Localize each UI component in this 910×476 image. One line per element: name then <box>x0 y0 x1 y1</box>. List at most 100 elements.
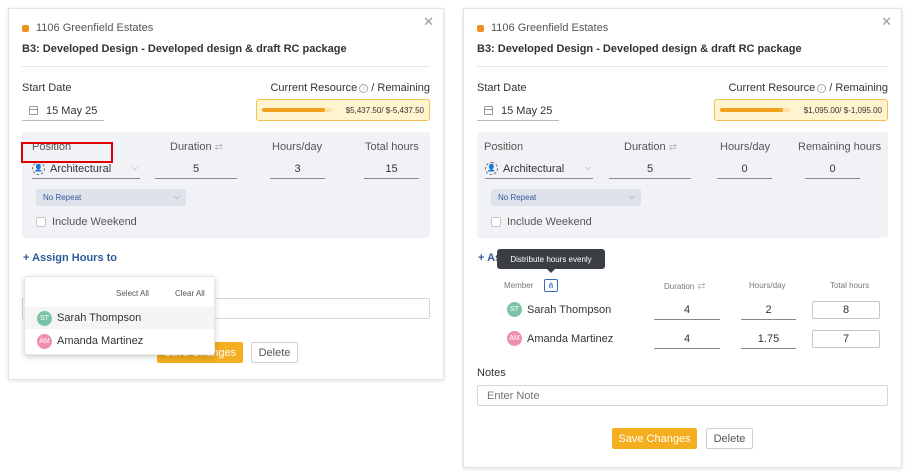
include-weekend[interactable]: Include Weekend <box>491 216 592 228</box>
hours-per-day-input[interactable]: 0 <box>717 159 772 179</box>
include-weekend-checkbox[interactable] <box>36 217 46 227</box>
resource-values: $5,437.50/ $-5,437.50 <box>345 105 424 115</box>
position-label: Position <box>484 141 524 153</box>
project-name: 1106 Greenfield Estates <box>22 22 153 34</box>
select-all-link[interactable]: Select All <box>116 289 149 298</box>
notes-label: Notes <box>477 367 506 379</box>
divider <box>477 66 888 67</box>
repeat-select[interactable]: No Repeat ⌵ <box>36 189 186 206</box>
calendar-icon <box>484 106 493 115</box>
distribute-tooltip: Distribute hours evenly <box>497 249 605 273</box>
member-name: Sarah Thompson <box>57 312 142 324</box>
resource-header: Current Resource i / Remaining <box>728 82 888 94</box>
start-date-field[interactable]: 15 May 25 <box>22 101 104 121</box>
repeat-select[interactable]: No Repeat ⌵ <box>491 189 641 206</box>
assign-hours-link[interactable]: + Assign Hours to <box>23 252 117 264</box>
current-resource-label: Current Resource <box>270 82 358 94</box>
member-total-header: Total hours <box>830 281 870 290</box>
swap-icon[interactable]: ⇄ <box>669 142 677 153</box>
member-total-input[interactable]: 7 <box>812 330 880 348</box>
info-icon[interactable]: i <box>359 83 369 93</box>
position-select[interactable]: 👤 Architectural ⌵ <box>485 159 593 179</box>
position-value: Architectural <box>503 162 565 175</box>
hours-per-day-label: Hours/day <box>272 141 323 153</box>
project-color-dot <box>477 24 484 32</box>
repeat-value: No Repeat <box>498 193 537 202</box>
member-total-input[interactable]: 8 <box>812 301 880 319</box>
member-duration-input[interactable]: 4 <box>654 329 720 349</box>
duration-label: Duration <box>624 141 666 153</box>
include-weekend-label: Include Weekend <box>52 216 137 228</box>
start-date-field[interactable]: 15 May 25 <box>477 101 559 121</box>
include-weekend-label: Include Weekend <box>507 216 592 228</box>
swap-icon[interactable]: ⇄ <box>215 142 223 153</box>
member-hours-header: Hours/day <box>749 281 786 290</box>
member-option[interactable]: AM Amanda Martinez <box>25 330 214 352</box>
member-duration-label: Duration <box>664 282 695 291</box>
position-section: Position Duration ⇄ Hours/day Remaining h… <box>477 132 888 238</box>
duration-input[interactable]: 5 <box>609 159 691 179</box>
member-hours-input[interactable]: 2 <box>741 300 796 320</box>
clear-all-link[interactable]: Clear All <box>175 289 205 298</box>
divider <box>22 66 430 67</box>
hours-per-day-label: Hours/day <box>720 141 771 153</box>
assign-member-dropdown: Select All Clear All ST Sarah Thompson A… <box>24 276 215 355</box>
member-option[interactable]: ST Sarah Thompson <box>25 307 214 329</box>
avatar: AM <box>507 331 522 346</box>
chevron-down-icon: ⌵ <box>628 192 635 201</box>
start-date-label: Start Date <box>477 82 527 94</box>
resource-progress-fill <box>262 108 325 112</box>
resource-bar: $1,095.00/ $-1,095.00 <box>714 99 888 121</box>
hours-per-day-input[interactable]: 3 <box>270 159 325 179</box>
remaining-label: / Remaining <box>371 82 430 94</box>
member-duration-input[interactable]: 4 <box>654 300 720 320</box>
chevron-down-icon: ⌵ <box>584 163 591 172</box>
delete-button[interactable]: Delete <box>251 342 298 363</box>
distribute-evenly-icon[interactable]: ⋔ <box>544 279 558 292</box>
save-changes-button[interactable]: Save Changes <box>612 428 697 449</box>
start-date-value: 15 May 25 <box>46 104 98 117</box>
swap-icon[interactable]: ⇄ <box>697 281 705 292</box>
total-hours-input[interactable]: 15 <box>364 159 419 179</box>
task-title: B3: Developed Design - Developed design … <box>477 43 802 55</box>
avatar: ST <box>507 302 522 317</box>
start-date-value: 15 May 25 <box>501 104 553 117</box>
close-icon[interactable]: ✕ <box>423 15 434 28</box>
duration-header: Duration ⇄ <box>624 141 677 153</box>
task-title: B3: Developed Design - Developed design … <box>22 43 347 55</box>
duration-header: Duration ⇄ <box>170 141 223 153</box>
include-weekend[interactable]: Include Weekend <box>36 216 137 228</box>
resource-bar: $5,437.50/ $-5,437.50 <box>256 99 430 121</box>
resource-header: Current Resource i / Remaining <box>270 82 430 94</box>
avatar: ST <box>37 310 52 326</box>
resource-values: $1,095.00/ $-1,095.00 <box>803 105 882 115</box>
include-weekend-checkbox[interactable] <box>491 217 501 227</box>
notes-input[interactable] <box>477 385 888 406</box>
close-icon[interactable]: ✕ <box>881 15 892 28</box>
duration-label: Duration <box>170 141 212 153</box>
highlight-box <box>21 142 113 163</box>
member-row: AM Amanda Martinez <box>507 331 613 346</box>
delete-button[interactable]: Delete <box>706 428 753 449</box>
remaining-label: / Remaining <box>829 82 888 94</box>
remaining-hours-label: Remaining hours <box>798 141 882 153</box>
resource-progress-fill <box>720 108 783 112</box>
chevron-down-icon: ⌵ <box>131 163 138 172</box>
user-icon: 👤 <box>32 162 45 175</box>
resource-progress-track <box>262 108 332 112</box>
duration-input[interactable]: 5 <box>155 159 237 179</box>
project-label: 1106 Greenfield Estates <box>36 22 154 34</box>
resource-progress-track <box>720 108 790 112</box>
member-row: ST Sarah Thompson <box>507 302 611 317</box>
current-resource-label: Current Resource <box>728 82 816 94</box>
project-name: 1106 Greenfield Estates <box>477 22 608 34</box>
remaining-hours-input[interactable]: 0 <box>805 159 860 179</box>
calendar-icon <box>29 106 38 115</box>
member-name: Sarah Thompson <box>527 303 612 316</box>
user-icon: 👤 <box>485 162 498 175</box>
member-hours-input[interactable]: 1.75 <box>741 329 796 349</box>
info-icon[interactable]: i <box>817 83 827 93</box>
member-name: Amanda Martinez <box>57 335 144 347</box>
edit-task-dialog-right: ✕ 1106 Greenfield Estates B3: Developed … <box>463 8 902 468</box>
repeat-value: No Repeat <box>43 193 82 202</box>
